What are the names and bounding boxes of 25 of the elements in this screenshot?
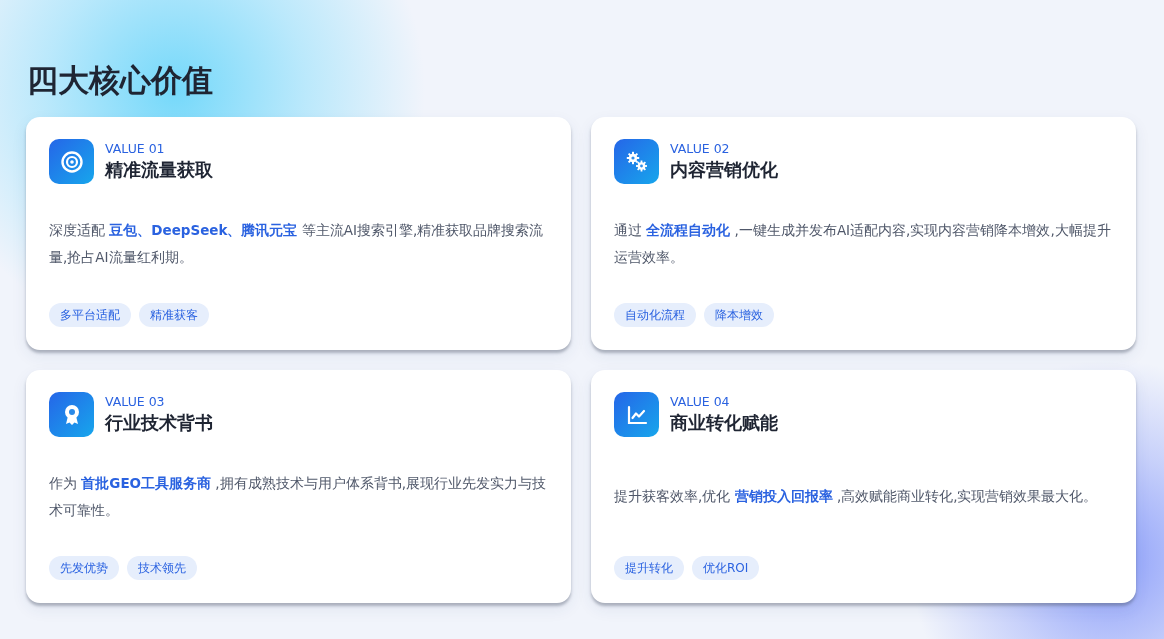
card-description: 提升获客效率,优化 营销投入回报率 ,高效赋能商业转化,实现营销效果最大化。	[614, 487, 1098, 506]
card-description: 作为 首批GEO工具服务商 ,拥有成熟技术与用户体系背书,展现行业先发实力与技术可靠性。	[49, 473, 547, 520]
tag: 多平台适配	[49, 303, 131, 327]
section-heading: 四大核心价值	[27, 61, 214, 100]
tag: 提升转化	[614, 556, 684, 580]
target-icon	[49, 139, 94, 184]
gears-icon	[614, 139, 659, 184]
tag: 优化ROI	[692, 556, 760, 580]
card-title: 内容营销优化	[670, 158, 778, 182]
value-label: VALUE 02	[670, 140, 731, 157]
tag: 先发优势	[49, 556, 119, 580]
card-description: 通过 全流程自动化 ,一键生成并发布AI适配内容,实现内容营销降本增效,大幅提升运营效率。	[614, 220, 1112, 267]
card-title: 精准流量获取	[105, 158, 213, 182]
tag: 降本增效	[704, 303, 774, 327]
card-title: 行业技术背书	[105, 411, 213, 435]
tag: 精准获客	[139, 303, 209, 327]
value-label: VALUE 03	[105, 393, 166, 410]
line-chart-icon	[614, 392, 659, 437]
value-label: VALUE 01	[105, 140, 166, 157]
tag: 自动化流程	[614, 303, 696, 327]
card-description: 深度适配 豆包、DeepSeek、腾讯元宝 等主流AI搜索引擎,精准获取品牌搜索流量,抢占AI流量红利期。	[49, 220, 545, 267]
value-label: VALUE 04	[670, 393, 731, 410]
tag: 技术领先	[127, 556, 197, 580]
award-ribbon-icon	[49, 392, 94, 437]
card-title: 商业转化赋能	[670, 411, 778, 435]
